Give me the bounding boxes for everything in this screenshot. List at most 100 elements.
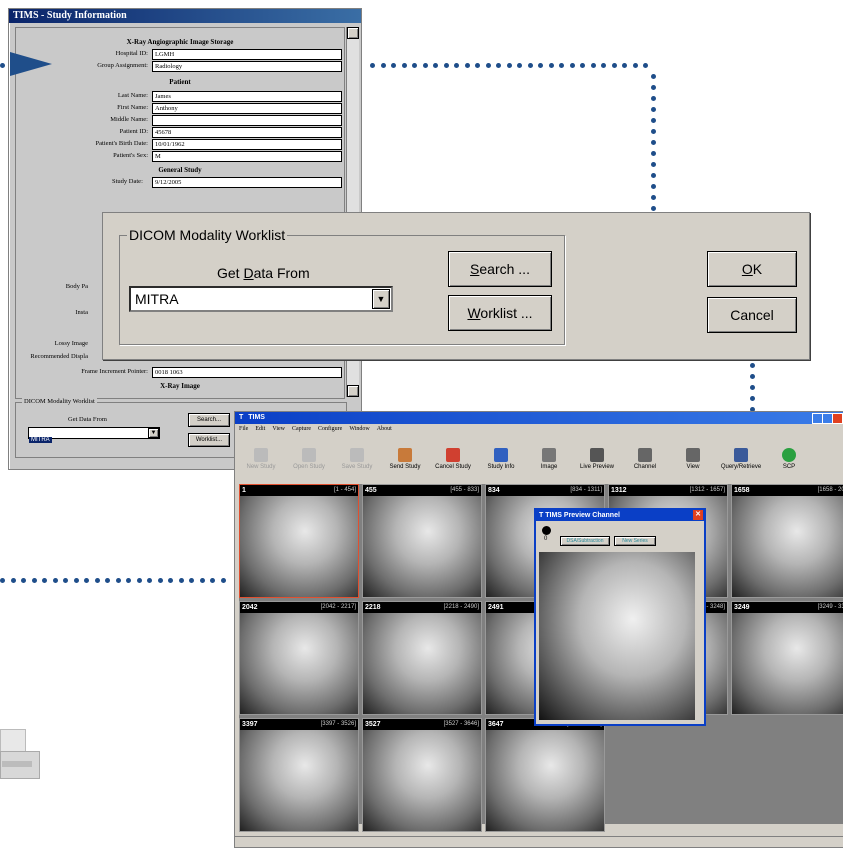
menu-item[interactable]: Configure [318,426,342,432]
data-source-dropdown[interactable]: MITRA ▼ [129,286,393,312]
close-button[interactable] [832,413,843,424]
field-input[interactable]: Anthony [152,103,342,114]
connector-dot [651,129,656,134]
search-small-button[interactable]: Search... [188,413,230,427]
connector-dot [651,96,656,101]
cancel-button[interactable]: Cancel [707,297,797,333]
field-input[interactable]: James [152,91,342,102]
worklist-small-dropdown[interactable]: MITRA ▼ [28,427,160,443]
menu-bar: File Edit View Capture Configure Window About [239,426,399,432]
toolbar-button[interactable]: Channel [623,448,667,470]
frame-increment-field[interactable]: 0018 1063 [152,367,342,378]
toolbar-button[interactable]: Study Info [479,448,523,470]
toolbar-button[interactable]: New Study [239,448,283,470]
connector-dot [750,385,755,390]
frame-increment-label: Frame Increment Pointer: [81,368,148,375]
connector-dot [750,374,755,379]
angiogram-image [240,496,358,597]
field-input[interactable]: 10/01/1962 [152,139,342,150]
study-info-icon [494,448,508,462]
field-label: Middle Name: [110,116,148,123]
connector-dot [506,63,512,68]
study-date-field[interactable]: 9/12/2005 [152,177,342,188]
tims-titlebar: T TIMS [235,412,843,424]
connector-dot [651,107,656,112]
menu-item[interactable]: Edit [255,426,265,432]
field-input[interactable]: 45678 [152,127,342,138]
chevron-down-icon[interactable]: ▼ [372,289,390,309]
connector-dot [147,578,152,583]
toolbar-label: Query/Retrieve [720,464,762,470]
scroll-up-button[interactable] [347,27,359,39]
thumbnail-header: 3527 [3527 - 3646] [363,719,481,730]
search-button[interactable]: Search ... [448,251,552,287]
toolbar-button[interactable]: Cancel Study [431,448,475,470]
get-data-from-text: Get Data From [217,265,310,281]
connector-dot [651,162,656,167]
thumbnail-number: 1658 [734,487,750,494]
connector-dot [611,63,617,68]
toolbar-button[interactable]: Save Study [335,448,379,470]
worklist-button[interactable]: Worklist ... [448,295,552,331]
field-input[interactable]: M [152,151,342,162]
toolbar-label: Image [540,464,558,470]
field-input[interactable] [152,115,342,126]
connector-dot [443,63,449,68]
worklist-small-button[interactable]: Worklist... [188,433,230,447]
thumbnail[interactable]: 3397 [3397 - 3526] [239,718,359,832]
connector-dot [651,173,656,178]
connector-dot [464,63,470,68]
connector-dot [412,63,417,68]
toolbar-button[interactable]: Open Study [287,448,331,470]
connector-dot [370,63,375,68]
toolbar-button[interactable]: Query/Retrieve [719,448,763,470]
field-input[interactable]: LGMH [152,49,342,60]
thumbnail[interactable]: 3647[3647 - 3778] [485,718,605,832]
study-window-titlebar: TIMS - Study Information [9,9,361,23]
connector-dot [750,363,755,368]
connector-dot [651,184,656,189]
ok-button[interactable]: OK [707,251,797,287]
toolbar-button[interactable]: SCP [767,448,811,470]
connector-dot [475,63,480,68]
menu-item[interactable]: View [272,426,285,432]
toolbar-button[interactable]: Send Study [383,448,427,470]
thumbnail[interactable]: 1 [1 - 454] [239,484,359,598]
toolbar-label: Send Study [389,464,421,470]
connector-dot [422,63,428,68]
angiogram-image [240,730,358,831]
toolbar-label: New Study [246,464,276,470]
connector-dot [401,63,407,68]
connector-dot [651,151,656,156]
toolbar-button[interactable]: Image [527,448,571,470]
section-xray-storage: X-Ray Angiographic Image Storage [126,38,234,46]
thumbnail[interactable]: 3249 [3249 - 339 [731,601,843,715]
thumbnail-range: [2042 - 2217] [320,604,356,610]
study-date-label: Study Date: [112,178,143,185]
thumbnail[interactable]: 3527 [3527 - 3646] [362,718,482,832]
scroll-down-button[interactable] [347,385,359,397]
dicom-worklist-dialog: DICOM Modality Worklist Get Data From MI… [102,212,810,360]
connector-dot [126,578,131,583]
thumbnail-range: [1 - 454] [333,487,356,493]
thumbnail[interactable]: 2218 [2218 - 2490] [362,601,482,715]
menu-item[interactable]: Window [349,426,369,432]
worklist-button-label: Worklist ... [467,305,533,321]
menu-item[interactable]: File [239,426,248,432]
field-input[interactable]: Radiology [152,61,342,72]
chevron-down-icon[interactable]: ▼ [148,428,159,438]
menu-item[interactable]: About [377,426,392,432]
thumbnail[interactable]: 2042 [2042 - 2217] [239,601,359,715]
menu-item[interactable]: Capture [292,426,311,432]
thumbnail-range: [1312 - 1657] [689,487,725,493]
new-series-button[interactable]: New Series [614,536,656,546]
thumbnail[interactable]: 1658 [1658 - 204 [731,484,843,598]
close-icon[interactable]: ✕ [693,510,703,520]
open-study-icon [302,448,316,462]
query-retrieve-icon [734,448,748,462]
thumbnail[interactable]: 455 [455 - 833] [362,484,482,598]
thumbnail-number: 2218 [365,604,381,611]
toolbar-button[interactable]: View [671,448,715,470]
toolbar-button[interactable]: Live Preview [575,448,619,470]
dsa-subtraction-button[interactable]: DSA/Subtraction [560,536,610,546]
